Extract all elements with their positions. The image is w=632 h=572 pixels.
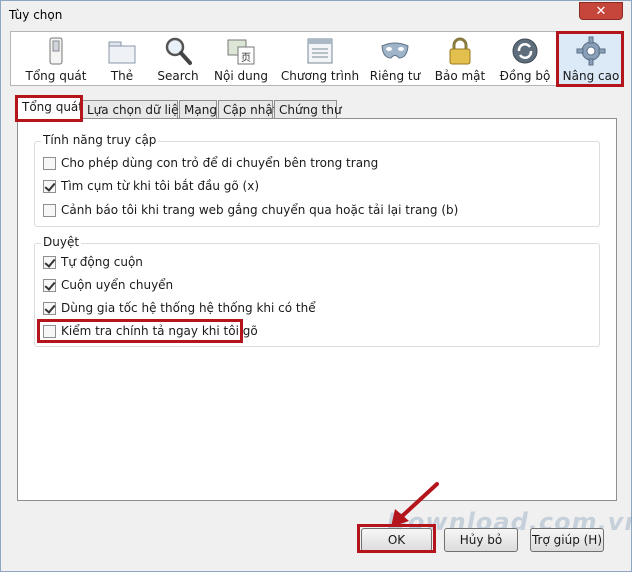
- checkbox[interactable]: [43, 279, 56, 292]
- mask-icon: [381, 42, 409, 59]
- toolbar-general[interactable]: Tổng quát: [21, 32, 91, 85]
- checkbox[interactable]: [43, 302, 56, 315]
- tab-general[interactable]: Tổng quát: [17, 97, 83, 120]
- pointer-arrow-icon: [391, 482, 439, 527]
- toolbar-label: Chương trình: [280, 69, 360, 83]
- gear-icon: [576, 36, 606, 66]
- toolbar-applications[interactable]: Chương trình: [279, 32, 361, 85]
- accessibility-group: Tính năng truy cập Cho phép dùng con trỏ…: [34, 133, 600, 227]
- toolbar-label: Tổng quát: [25, 69, 87, 83]
- option-label: Dùng gia tốc hệ thống hệ thống khi có th…: [61, 301, 316, 315]
- toolbar-tabs[interactable]: Thẻ: [101, 32, 143, 85]
- ok-button[interactable]: OK: [361, 528, 432, 552]
- toolbar-label: Search: [157, 69, 199, 83]
- sync-icon: [512, 38, 538, 64]
- tab-certificates[interactable]: Chứng thư: [274, 100, 342, 119]
- magnifier-icon: [165, 37, 192, 65]
- browsing-group: Duyệt Tự động cuộn Cuộn uyển chuyển Dùng…: [34, 235, 600, 347]
- toolbar-content[interactable]: 页 Nội dung: [211, 32, 271, 85]
- checkbox[interactable]: [43, 325, 56, 338]
- option-label: Tự động cuộn: [61, 255, 143, 269]
- checkbox[interactable]: [43, 157, 56, 170]
- toolbar-label: Nội dung: [214, 69, 268, 83]
- toolbar-sync[interactable]: Đồng bộ: [495, 32, 555, 85]
- group-title: Tính năng truy cập: [41, 133, 159, 147]
- group-title: Duyệt: [41, 235, 82, 249]
- option-label: Tìm cụm từ khi tôi bắt đầu gõ (x): [61, 179, 260, 193]
- tab-data-choices[interactable]: Lựa chọn dữ liệu: [82, 100, 186, 119]
- tab-update[interactable]: Cập nhật: [218, 100, 277, 119]
- toolbar-label: Bảo mật: [434, 69, 486, 83]
- toolbar-security[interactable]: Bảo mật: [430, 32, 490, 85]
- tab-network[interactable]: Mạng: [179, 100, 217, 119]
- category-toolbar: Tổng quát Thẻ Search 页 Nội dung Chương t…: [10, 31, 624, 86]
- option-label: Cho phép dùng con trỏ để di chuyển bên t…: [61, 156, 379, 170]
- title-bar: Tùy chọn ✕: [1, 1, 631, 31]
- applications-icon: [307, 38, 333, 64]
- option-label: Cảnh báo tôi khi trang web gắng chuyển q…: [61, 203, 459, 217]
- svg-text:页: 页: [241, 52, 251, 64]
- toolbar-privacy[interactable]: Riêng tư: [367, 32, 423, 85]
- switch-icon: [49, 37, 63, 65]
- folder-tabs-icon: [108, 41, 136, 64]
- toolbar-advanced[interactable]: Nâng cao: [559, 32, 623, 85]
- window-title: Tùy chọn: [9, 8, 63, 22]
- checkbox[interactable]: [43, 256, 56, 269]
- option-label: Cuộn uyển chuyển: [61, 278, 174, 292]
- padlock-icon: [449, 37, 471, 65]
- help-button[interactable]: Trợ giúp (H): [530, 528, 604, 552]
- content-icon: 页: [227, 39, 255, 65]
- options-dialog: Tùy chọn ✕ Tổng quát Thẻ Search 页 Nội du…: [0, 0, 632, 572]
- close-button[interactable]: ✕: [579, 2, 623, 20]
- toolbar-label: Đồng bộ: [499, 69, 551, 83]
- checkbox[interactable]: [43, 180, 56, 193]
- toolbar-label: Thẻ: [110, 69, 134, 83]
- checkbox[interactable]: [43, 204, 56, 217]
- toolbar-label: Riêng tư: [369, 69, 421, 83]
- settings-panel: Tính năng truy cập Cho phép dùng con trỏ…: [17, 118, 617, 501]
- cancel-button[interactable]: Hủy bỏ: [444, 528, 518, 552]
- toolbar-label: Nâng cao: [562, 69, 620, 83]
- toolbar-search[interactable]: Search: [153, 32, 203, 85]
- option-label: Kiểm tra chính tả ngay khi tôi gõ: [61, 324, 258, 338]
